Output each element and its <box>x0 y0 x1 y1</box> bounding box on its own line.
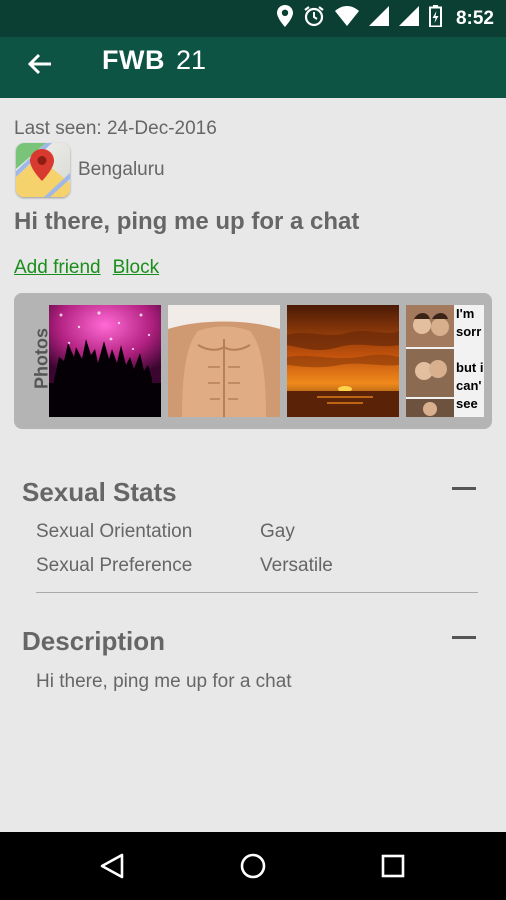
recents-square-icon[interactable] <box>371 846 415 886</box>
caption-line: but i <box>456 360 484 375</box>
orientation-label: Sexual Orientation <box>36 521 193 542</box>
app-bar: FWB 21 <box>0 37 506 98</box>
add-friend-link[interactable]: Add friend <box>14 257 101 278</box>
arrow-back-icon[interactable] <box>22 46 58 82</box>
block-link[interactable]: Block <box>113 257 159 278</box>
wifi-icon <box>334 6 359 31</box>
collapse-description-icon[interactable] <box>452 636 476 639</box>
caption-line: sorr <box>456 324 482 339</box>
collapse-sexual-stats-icon[interactable] <box>452 487 476 490</box>
sexual-stats-title: Sexual Stats <box>22 477 177 507</box>
alarm-icon <box>303 5 325 32</box>
last-seen-text: Last seen: 24-Dec-2016 <box>14 118 217 139</box>
preference-label: Sexual Preference <box>36 555 193 576</box>
battery-icon <box>428 5 442 32</box>
profile-age: 21 <box>176 45 207 75</box>
caption-line: I'm <box>456 306 475 321</box>
description-title: Description <box>22 626 166 656</box>
photo-thumbnail[interactable] <box>49 305 161 417</box>
profile-actions: Add friend Block <box>14 257 159 279</box>
page-title: FWB <box>102 45 165 75</box>
clock: 8:52 <box>455 7 494 29</box>
orientation-value: Gay <box>260 521 295 542</box>
photo-thumbnail[interactable] <box>287 305 399 417</box>
photo-thumbnail[interactable] <box>168 305 280 417</box>
status-bar: 8:52 <box>0 0 506 37</box>
signal-icon <box>368 6 389 31</box>
location-city: Bengaluru <box>78 159 165 180</box>
section-divider <box>36 592 478 593</box>
preference-value: Versatile <box>260 555 333 576</box>
google-maps-icon[interactable] <box>16 143 70 197</box>
caption-line: see t <box>456 396 478 417</box>
status-message: Hi there, ping me up for a chat <box>14 208 360 235</box>
navigation-bar <box>0 832 506 900</box>
photo-thumbnail[interactable]: I'm sorr but i can' see t <box>406 305 484 417</box>
caption-line: can' <box>456 378 482 393</box>
photos-strip[interactable]: Photos I'm sorr but i can' see <box>14 293 492 429</box>
photo-caption-text: I'm sorr but i can' see t <box>456 305 484 417</box>
profile-content: Last seen: 24-Dec-2016 Bengaluru Hi ther… <box>0 98 506 832</box>
home-circle-icon[interactable] <box>231 846 275 886</box>
description-text: Hi there, ping me up for a chat <box>36 671 292 692</box>
back-triangle-icon[interactable] <box>90 846 134 886</box>
signal-icon <box>398 6 419 31</box>
location-icon <box>276 5 293 32</box>
